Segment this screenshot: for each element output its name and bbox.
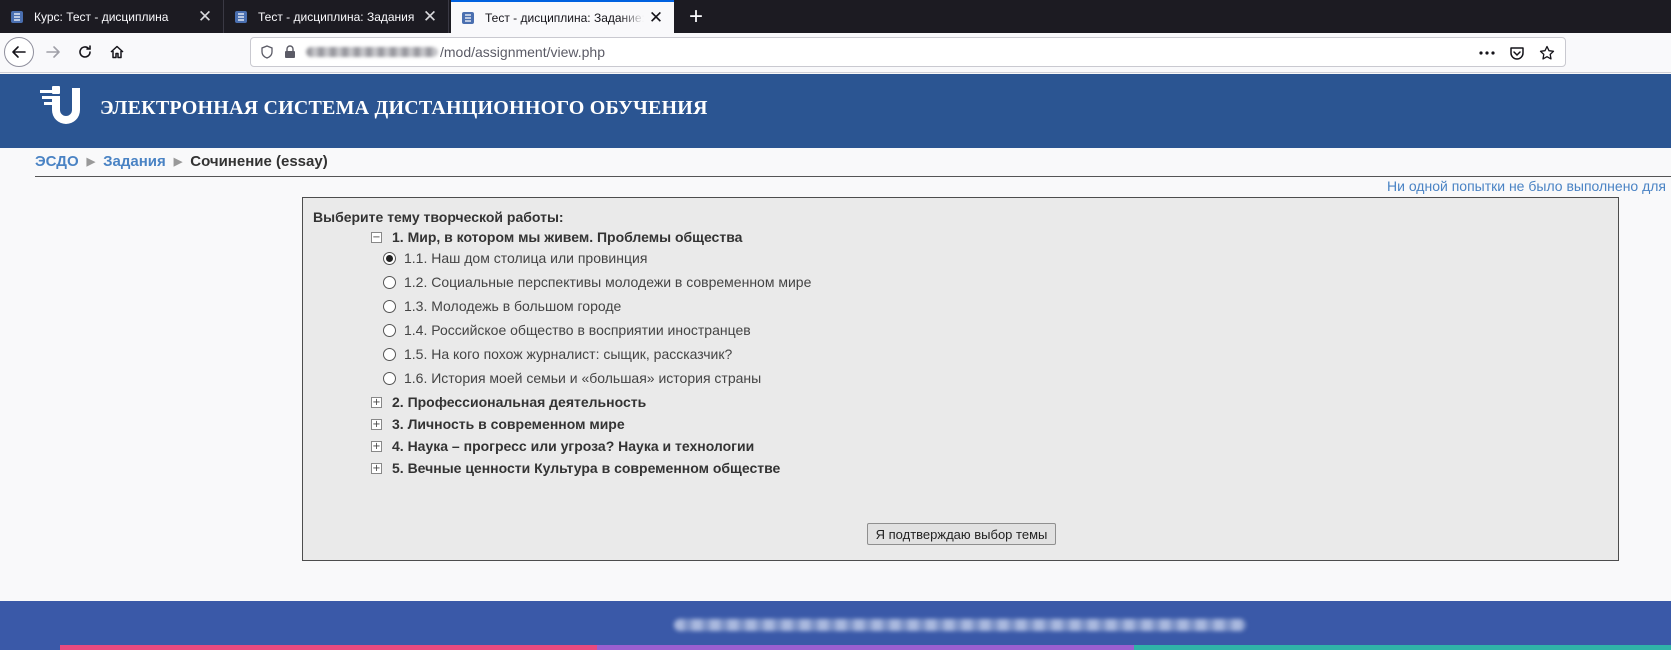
breadcrumb-link-home[interactable]: ЭСДО <box>35 153 79 170</box>
option-label: 1.3. Молодежь в большом городе <box>404 298 622 314</box>
radio-button[interactable] <box>383 371 396 385</box>
new-tab-button[interactable]: + <box>683 4 709 30</box>
back-button[interactable] <box>4 37 34 67</box>
browser-tab-course[interactable]: Курс: Тест - дисциплина ✕ <box>0 0 224 33</box>
browser-tab-assignments[interactable]: Тест - дисциплина: Задания ✕ <box>224 0 449 33</box>
topic-group-5[interactable]: + 5. Вечные ценности Культура в современ… <box>371 460 780 476</box>
option-label: 1.4. Российское общество в восприятии ин… <box>404 322 751 338</box>
expand-toggle-icon[interactable]: + <box>371 396 382 408</box>
reload-icon <box>79 45 91 58</box>
moodle-favicon-icon <box>10 10 24 24</box>
reload-button[interactable] <box>70 37 100 67</box>
radio-button[interactable] <box>383 323 396 337</box>
arrow-left-icon <box>12 46 26 58</box>
breadcrumb-separator-icon: ▶ <box>86 156 96 168</box>
radio-button[interactable] <box>383 347 396 361</box>
topic-option-1-4[interactable]: 1.4. Российское общество в восприятии ин… <box>383 322 751 338</box>
shield-icon[interactable] <box>260 45 274 59</box>
site-title: ЭЛЕКТРОННАЯ СИСТЕМА ДИСТАНЦИОННОГО ОБУЧЕ… <box>100 97 708 119</box>
breadcrumb-current: Сочинение (essay) <box>190 153 328 170</box>
breadcrumb-divider <box>35 176 1671 177</box>
tab-close-icon[interactable]: ✕ <box>193 5 217 29</box>
moodle-favicon-icon <box>234 10 248 24</box>
collapse-toggle-icon[interactable]: − <box>371 231 382 243</box>
site-logo[interactable] <box>38 82 82 128</box>
breadcrumb-link-assignments[interactable]: Задания <box>103 153 166 170</box>
topic-option-1-3[interactable]: 1.3. Молодежь в большом городе <box>383 298 621 314</box>
expand-toggle-icon[interactable]: + <box>371 418 382 430</box>
footer-bottom-edge <box>0 650 1671 654</box>
topic-option-1-5[interactable]: 1.5. На кого похож журналист: сыщик, рас… <box>383 346 732 362</box>
topic-group-1[interactable]: − 1. Мир, в котором мы живем. Проблемы о… <box>371 229 742 245</box>
tab-close-icon[interactable]: ✕ <box>644 6 668 30</box>
option-label: 1.5. На кого похож журналист: сыщик, рас… <box>404 346 733 362</box>
breadcrumb-separator-icon: ▶ <box>173 156 183 168</box>
more-actions-icon[interactable] <box>1477 43 1497 63</box>
confirm-topic-button[interactable]: Я подтверждаю выбор темы <box>867 523 1056 545</box>
browser-tab-bar: Курс: Тест - дисциплина ✕ Тест - дисципл… <box>0 0 1671 33</box>
topic-option-1-2[interactable]: 1.2. Социальные перспективы молодежи в с… <box>383 274 811 290</box>
home-button[interactable] <box>102 37 132 67</box>
lock-icon[interactable] <box>284 45 296 59</box>
topic-group-4[interactable]: + 4. Наука – прогресс или угроза? Наука … <box>371 438 754 454</box>
breadcrumb: ЭСДО ▶ Задания ▶ Сочинение (essay) <box>35 153 328 170</box>
tab-title: Курс: Тест - дисциплина <box>34 9 169 24</box>
topic-group-2[interactable]: + 2. Профессиональная деятельность <box>371 394 646 410</box>
expand-toggle-icon[interactable]: + <box>371 440 382 452</box>
pocket-icon[interactable] <box>1507 43 1527 63</box>
expand-toggle-icon[interactable]: + <box>371 462 382 474</box>
tab-title: Тест - дисциплина: Задания <box>258 9 415 24</box>
bookmark-star-icon[interactable] <box>1537 43 1557 63</box>
moodle-favicon-icon <box>461 11 475 25</box>
topic-selection-form: Выберите тему творческой работы: − 1. Ми… <box>302 197 1619 561</box>
option-label: 1.6. История моей семьи и «большая» исто… <box>404 370 762 386</box>
option-label: 1.1. Наш дом столица или провинция <box>404 250 648 266</box>
arrow-right-icon <box>46 46 60 58</box>
url-path: /mod/assignment/view.php <box>440 44 605 60</box>
tab-title: Тест - дисциплина: Задание: Сочинение (e… <box>485 10 644 25</box>
forward-button[interactable] <box>38 37 68 67</box>
radio-button[interactable] <box>383 299 396 313</box>
topic-label: 3. Личность в современном мире <box>392 416 625 432</box>
topic-label: 2. Профессиональная деятельность <box>392 394 647 410</box>
topic-label: 5. Вечные ценности Культура в современно… <box>392 460 781 476</box>
topic-option-1-1[interactable]: 1.1. Наш дом столица или провинция <box>383 250 647 266</box>
blurred-domain <box>306 47 438 57</box>
attempts-status-link[interactable]: Ни одной попытки не было выполнено для <box>1387 178 1671 194</box>
address-bar[interactable]: /mod/assignment/view.php <box>250 37 1566 67</box>
browser-nav-bar: /mod/assignment/view.php <box>0 33 1671 73</box>
site-header: ЭЛЕКТРОННАЯ СИСТЕМА ДИСТАНЦИОННОГО ОБУЧЕ… <box>0 74 1671 148</box>
radio-button[interactable] <box>383 275 396 289</box>
topic-label: 1. Мир, в котором мы живем. Проблемы общ… <box>392 229 743 245</box>
form-title: Выберите тему творческой работы: <box>313 209 564 225</box>
home-icon <box>110 45 124 59</box>
topic-label: 4. Наука – прогресс или угроза? Наука и … <box>392 438 755 454</box>
browser-tab-essay[interactable]: Тест - дисциплина: Задание: Сочинение (e… <box>451 0 674 33</box>
option-label: 1.2. Социальные перспективы молодежи в с… <box>404 274 812 290</box>
tab-close-icon[interactable]: ✕ <box>418 5 442 29</box>
radio-button[interactable] <box>383 251 396 265</box>
topic-option-1-6[interactable]: 1.6. История моей семьи и «большая» исто… <box>383 370 761 386</box>
topic-group-3[interactable]: + 3. Личность в современном мире <box>371 416 625 432</box>
footer-login-info-blurred <box>674 619 1246 631</box>
